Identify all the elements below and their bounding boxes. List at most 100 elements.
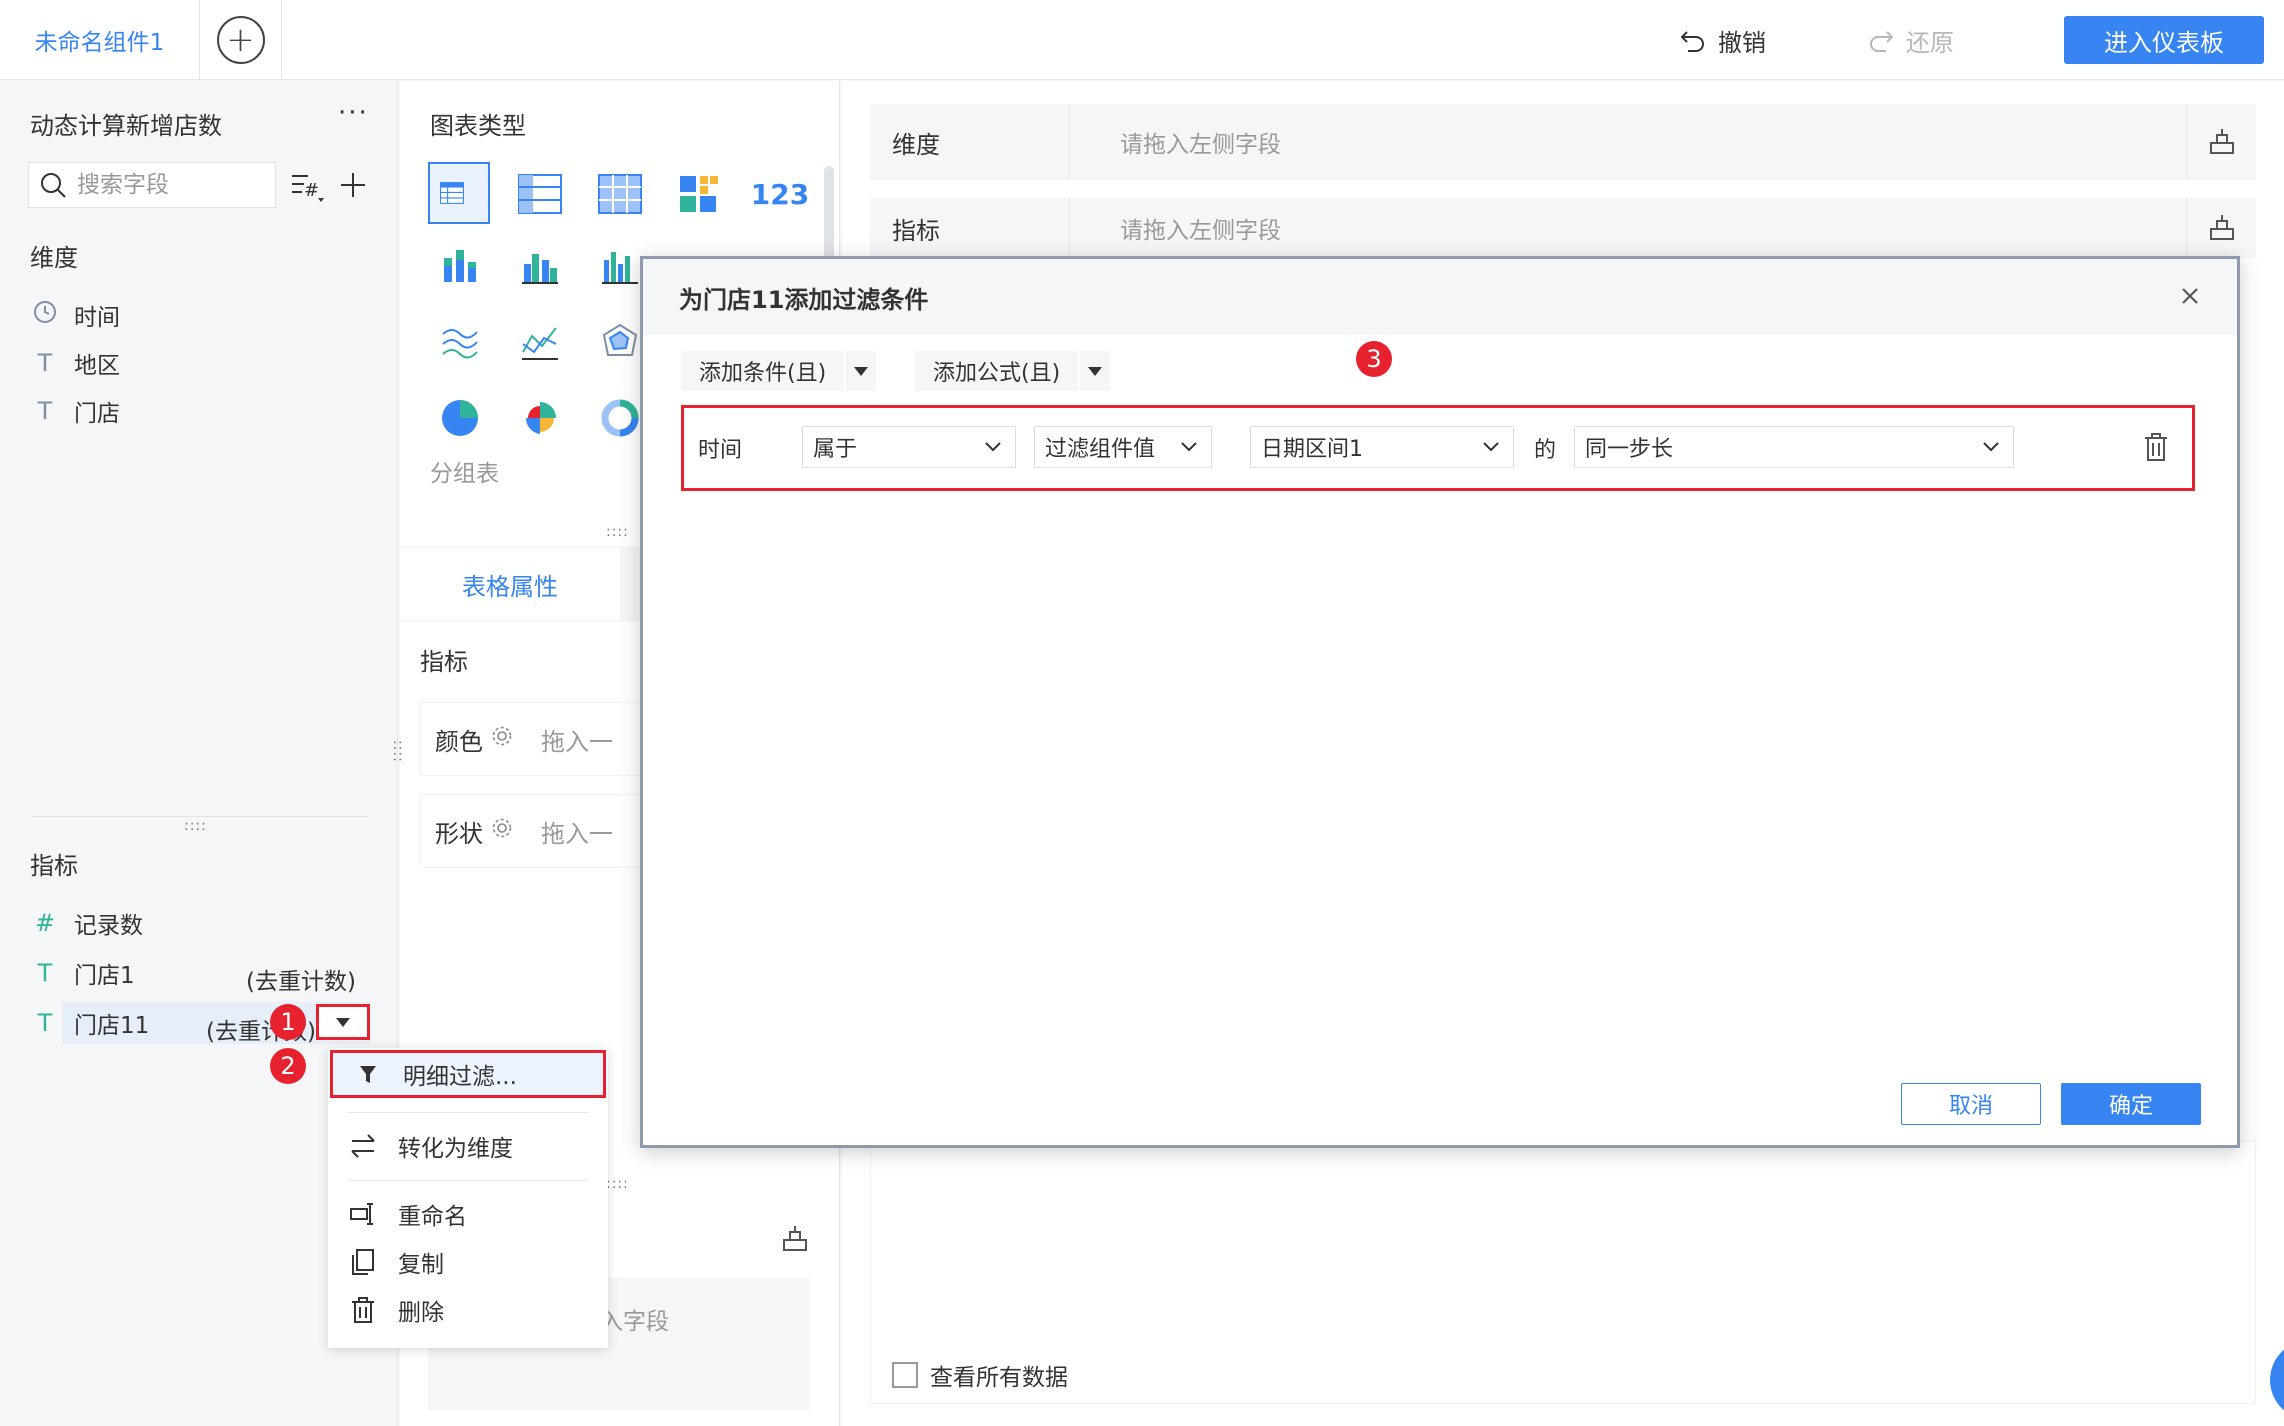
chevron-down-icon — [985, 442, 1001, 452]
menu-item-copy[interactable]: 复制 — [328, 1238, 608, 1286]
cancel-button[interactable]: 取消 — [1901, 1083, 2041, 1125]
tab-component-1[interactable]: 未命名组件1 — [0, 0, 200, 80]
filter-condition-row: 时间 属于 过滤组件值 日期区间1 的 同一步长 — [681, 405, 2195, 491]
operator-select[interactable]: 属于 — [802, 426, 1016, 468]
field-search[interactable] — [28, 162, 276, 208]
trash-icon[interactable] — [2142, 432, 2170, 468]
chart-type-line[interactable] — [512, 314, 568, 370]
rose-chart-icon — [525, 402, 556, 434]
chart-type-color-table[interactable] — [672, 166, 728, 222]
preview-area — [870, 1140, 2256, 1404]
metric-section-label: 指标 — [30, 852, 78, 880]
text-metric-icon: T — [37, 959, 53, 987]
sweep-icon[interactable] — [2186, 198, 2256, 258]
redo-label: 还原 — [1906, 28, 1954, 57]
menu-item-label: 明细过滤... — [403, 1064, 517, 1090]
value-type-select[interactable]: 过滤组件值 — [1034, 426, 1212, 468]
dimension-drop-label: 维度 — [870, 104, 1070, 180]
chart-type-detail-table[interactable] — [512, 166, 568, 222]
close-icon[interactable] — [2175, 281, 2205, 311]
trash-icon — [352, 1297, 374, 1323]
chart-type-grouped-bar[interactable] — [512, 238, 568, 294]
dimension-field-region[interactable]: T 地区 — [32, 342, 120, 384]
dimension-drop-placeholder: 请拖入左侧字段 — [1120, 132, 1281, 158]
selected-chart-label: 分组表 — [430, 461, 499, 487]
add-formula-label: 添加公式(且) — [933, 361, 1061, 386]
enter-dashboard-button[interactable]: 进入仪表板 — [2064, 16, 2264, 64]
dataset-title: 动态计算新增店数 — [30, 112, 222, 140]
chart-type-area[interactable] — [432, 314, 488, 370]
search-input[interactable] — [77, 172, 247, 198]
view-all-label: 查看所有数据 — [930, 1365, 1068, 1391]
field-name: 门店 — [74, 401, 120, 427]
splitter-handle[interactable]: :::: — [606, 1176, 629, 1192]
menu-item-delete[interactable]: 删除 — [328, 1286, 608, 1334]
panel-divider — [30, 816, 368, 817]
splitter-handle[interactable]: :::: — [606, 524, 629, 540]
field-settings-icon[interactable]: # — [290, 168, 330, 214]
drag-hint: 拖入一 — [541, 819, 613, 848]
step-mode-select[interactable]: 同一步长 — [1574, 426, 2014, 468]
text-icon: T — [37, 397, 53, 425]
tab-table-properties[interactable]: 表格属性 — [400, 548, 620, 620]
caret-down-icon[interactable] — [1078, 351, 1110, 391]
cross-table-icon — [598, 174, 642, 214]
dimension-drop-row[interactable]: 维度 请拖入左侧字段 — [870, 104, 2256, 180]
chart-type-pie[interactable] — [432, 390, 488, 446]
plus-icon: + — [216, 16, 265, 64]
field-dropdown-button[interactable] — [316, 1004, 370, 1040]
view-all-data-checkbox[interactable]: 查看所有数据 — [892, 1358, 1068, 1392]
field-name: 地区 — [74, 353, 120, 379]
menu-divider — [348, 1180, 588, 1181]
add-formula-button[interactable]: 添加公式(且) — [915, 351, 1111, 391]
chart-type-cross-table[interactable] — [592, 166, 648, 222]
sweep-icon[interactable] — [2186, 104, 2256, 180]
menu-item-detail-filter[interactable]: 明细过滤... — [330, 1050, 606, 1098]
dimension-field-store[interactable]: T 门店 — [32, 390, 120, 432]
undo-button[interactable]: 撤销 — [1678, 20, 1766, 60]
confirm-button[interactable]: 确定 — [2061, 1083, 2201, 1125]
line-chart-icon — [522, 327, 558, 360]
vertical-splitter[interactable]: :::: — [390, 740, 406, 763]
value-type-value: 过滤组件值 — [1045, 437, 1156, 462]
tooltip-settings-icon[interactable] — [780, 1224, 810, 1260]
dimension-field-time[interactable]: 时间 — [32, 294, 120, 336]
of-label: 的 — [1534, 438, 1557, 463]
gear-icon[interactable] — [491, 725, 513, 753]
shape-prop-row[interactable]: 形状 拖入一 — [420, 794, 660, 868]
stacked-bar-icon — [444, 250, 476, 282]
menu-item-label: 复制 — [398, 1252, 444, 1278]
field-name: 门店11 — [74, 1013, 150, 1039]
color-prop-row[interactable]: 颜色 拖入一 — [420, 702, 660, 776]
metric-drop-row[interactable]: 指标 请拖入左侧字段 — [870, 198, 2256, 258]
checkbox-box[interactable] — [892, 1362, 918, 1388]
add-tab-button[interactable]: + — [200, 0, 282, 80]
component-value: 日期区间1 — [1261, 437, 1363, 462]
pie-chart-icon — [442, 400, 478, 436]
chart-type-rose[interactable] — [512, 390, 568, 446]
chart-type-kpi[interactable]: 123 — [751, 166, 809, 222]
add-field-icon[interactable] — [338, 170, 368, 200]
splitter-handle[interactable]: :::: — [184, 818, 207, 834]
metric-field-store11[interactable]: T 门店11 — [32, 1002, 150, 1044]
chart-type-stacked-bar[interactable] — [432, 238, 488, 294]
chevron-down-icon — [1983, 442, 1999, 452]
add-condition-button[interactable]: 添加条件(且) — [681, 351, 877, 391]
redo-button[interactable]: 还原 — [1866, 20, 1954, 60]
svg-text:#: # — [304, 180, 319, 201]
caret-down-icon — [336, 1017, 350, 1027]
menu-item-rename[interactable]: 重命名 — [328, 1190, 608, 1238]
redo-icon — [1870, 31, 1894, 52]
metric-field-record-count[interactable]: # 记录数 — [32, 902, 143, 944]
gear-icon[interactable] — [491, 817, 513, 845]
chart-type-group-table[interactable] — [428, 162, 490, 224]
undo-label: 撤销 — [1718, 28, 1766, 57]
filter-component-select[interactable]: 日期区间1 — [1250, 426, 1514, 468]
radar-chart-icon — [602, 323, 638, 356]
step-mode-value: 同一步长 — [1585, 437, 1674, 462]
metric-field-store1[interactable]: T 门店1 — [32, 952, 135, 994]
more-icon[interactable]: ··· — [338, 98, 369, 128]
metric-drop-label: 指标 — [870, 198, 1070, 258]
menu-item-convert-to-dimension[interactable]: 转化为维度 — [328, 1122, 608, 1170]
caret-down-icon[interactable] — [844, 351, 876, 391]
